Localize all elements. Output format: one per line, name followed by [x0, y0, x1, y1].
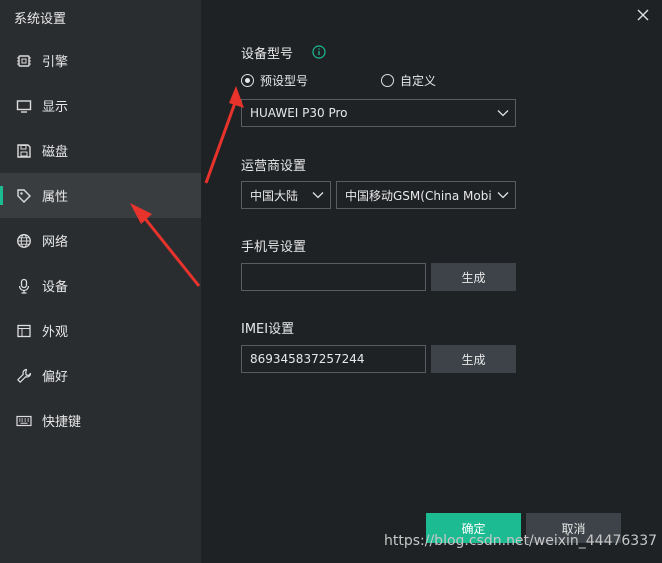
window-title: 系统设置 [14, 12, 67, 27]
region-select-value: 中国大陆 [250, 188, 299, 203]
window-icon [16, 323, 32, 339]
sidebar-item-label: 偏好 [42, 370, 69, 385]
carrier-select[interactable]: 中国移动GSM(China Mobi [336, 181, 516, 209]
wrench-icon [16, 368, 32, 384]
carrier-select-value: 中国移动GSM(China Mobi [345, 188, 491, 203]
imei-generate-button[interactable]: 生成 [431, 345, 516, 373]
sidebar-item-display[interactable]: 显示 [0, 83, 201, 128]
sidebar-item-disk[interactable]: 磁盘 [0, 128, 201, 173]
sidebar-item-label: 网络 [42, 235, 69, 250]
sidebar: 系统设置 引擎 显示 磁盘 属性 网络 设备 外观 偏好 快捷键 [0, 0, 201, 563]
radio-unchecked-icon [381, 74, 394, 87]
carrier-title: 运营商设置 [241, 159, 307, 174]
imei-input[interactable]: 869345837257244 [241, 345, 426, 373]
sidebar-item-network[interactable]: 网络 [0, 218, 201, 263]
radio-preset-label: 预设型号 [260, 74, 309, 88]
region-select[interactable]: 中国大陆 [241, 181, 331, 209]
model-select[interactable]: HUAWEI P30 Pro [241, 99, 516, 127]
chevron-down-icon [497, 192, 509, 199]
globe-icon [16, 233, 32, 249]
close-icon [637, 9, 649, 21]
sidebar-item-properties[interactable]: 属性 [0, 173, 201, 218]
monitor-icon [16, 98, 32, 114]
sidebar-item-label: 引擎 [42, 55, 69, 70]
phone-input[interactable] [241, 263, 426, 291]
close-button[interactable] [634, 6, 652, 24]
radio-custom-model[interactable]: 自定义 [381, 72, 436, 89]
sidebar-item-engine[interactable]: 引擎 [0, 38, 201, 83]
sidebar-nav: 引擎 显示 磁盘 属性 网络 设备 外观 偏好 快捷键 [0, 38, 201, 443]
watermark: https://blog.csdn.net/weixin_44476337 [384, 533, 658, 549]
chevron-down-icon [312, 192, 324, 199]
sidebar-item-preferences[interactable]: 偏好 [0, 353, 201, 398]
keyboard-icon [16, 413, 32, 429]
sidebar-item-label: 设备 [42, 280, 69, 295]
chevron-down-icon [497, 110, 509, 117]
phone-generate-button[interactable]: 生成 [431, 263, 516, 291]
microphone-icon [16, 278, 32, 294]
info-icon[interactable] [312, 44, 326, 59]
sidebar-item-devices[interactable]: 设备 [0, 263, 201, 308]
sidebar-item-appearance[interactable]: 外观 [0, 308, 201, 353]
floppy-disk-icon [16, 143, 32, 159]
sidebar-item-label: 磁盘 [42, 145, 69, 160]
radio-custom-label: 自定义 [400, 74, 437, 88]
sidebar-item-label: 快捷键 [42, 415, 82, 430]
phone-title: 手机号设置 [241, 240, 307, 255]
sidebar-item-label: 外观 [42, 325, 69, 340]
arrow-to-preset-radio-icon [204, 86, 244, 184]
imei-title: IMEI设置 [241, 322, 295, 337]
chip-icon [16, 53, 32, 69]
radio-checked-icon [241, 74, 254, 87]
sidebar-item-shortcuts[interactable]: 快捷键 [0, 398, 201, 443]
tag-icon [16, 188, 32, 204]
model-select-value: HUAWEI P30 Pro [250, 106, 348, 120]
device-model-title: 设备型号 [241, 47, 294, 62]
sidebar-item-label: 显示 [42, 100, 69, 115]
settings-window: 系统设置 引擎 显示 磁盘 属性 网络 设备 外观 偏好 快捷键 设备型号 预设… [0, 0, 662, 563]
radio-preset-model[interactable]: 预设型号 [241, 72, 308, 89]
sidebar-item-label: 属性 [42, 190, 69, 205]
